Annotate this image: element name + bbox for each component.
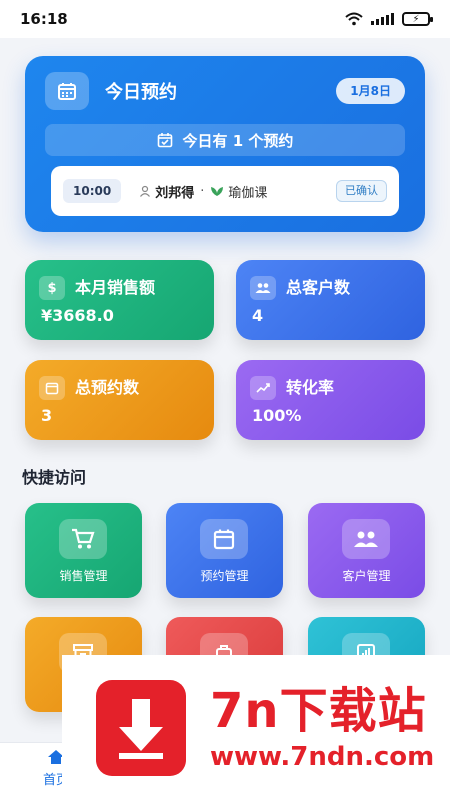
stat-label: 本月销售额 [75, 278, 156, 297]
calendar-icon [45, 72, 89, 110]
appointments-title: 今日预约 [105, 82, 177, 103]
cart-icon [59, 519, 107, 559]
leaf-icon [211, 187, 224, 196]
people-icon [342, 519, 390, 559]
people-icon [250, 276, 276, 300]
appointment-service: 瑜伽课 [210, 182, 267, 201]
ad-url: www.7ndn.com [210, 741, 435, 772]
stat-label: 转化率 [286, 378, 335, 397]
tile-label: 客户管理 [342, 569, 391, 583]
stat-label: 总预约数 [75, 378, 140, 397]
stat-label: 总客户数 [286, 278, 351, 297]
stat-total-customers[interactable]: 总客户数 4 [236, 260, 425, 340]
customer-name: 刘邦得 [155, 185, 195, 201]
date-badge: 1月8日 [336, 78, 405, 104]
status-bar: 16:18 ⚡ [0, 0, 450, 38]
quick-access-title: 快捷访问 [22, 468, 87, 487]
stat-value: 100% [252, 406, 302, 425]
tile-label: 销售管理 [59, 569, 108, 583]
stat-conversion-rate[interactable]: 转化率 100% [236, 360, 425, 440]
wifi-icon [345, 12, 363, 26]
trend-icon [250, 376, 276, 400]
calendar-icon [200, 519, 248, 559]
quick-appointment-management[interactable]: 预约管理 [166, 503, 283, 598]
appointment-item[interactable]: 10:00 刘邦得 · 瑜伽课 已确认 [51, 166, 399, 216]
stat-monthly-sales[interactable]: $ 本月销售额 ¥3668.0 [25, 260, 214, 340]
status-icons: ⚡ [345, 12, 433, 26]
calendar-icon [39, 376, 65, 400]
status-time: 16:18 [20, 10, 68, 28]
appointment-time: 10:00 [63, 179, 122, 203]
stat-value: 3 [41, 406, 53, 425]
signal-icon [371, 13, 394, 25]
quick-customer-management[interactable]: 客户管理 [308, 503, 425, 598]
status-badge: 已确认 [336, 180, 387, 202]
stat-value: 4 [252, 306, 264, 325]
appointment-customer: 刘邦得 [139, 182, 194, 201]
separator-dot: · [200, 183, 205, 199]
stat-value: ¥3668.0 [41, 306, 114, 325]
stat-total-appointments[interactable]: 总预约数 3 [25, 360, 214, 440]
ad-title: 7n下载站 [210, 682, 427, 739]
today-appointments-card[interactable]: 今日预约 1月8日 今日有 1 个预约 10:00 刘邦得 · 瑜伽课 已确认 [25, 56, 425, 232]
battery-icon: ⚡ [402, 12, 433, 26]
appointment-count-text: 今日有 1 个预约 [182, 131, 294, 150]
quick-sales-management[interactable]: 销售管理 [25, 503, 142, 598]
watermark-ad-overlay[interactable]: 7n下载站 www.7ndn.com [62, 655, 450, 800]
appointment-count-bar: 今日有 1 个预约 [45, 124, 405, 156]
calendar-check-icon [157, 133, 172, 148]
download-logo-icon [96, 679, 186, 776]
dollar-icon: $ [39, 276, 65, 300]
person-icon [140, 185, 151, 197]
service-name: 瑜伽课 [228, 185, 268, 201]
tile-label: 预约管理 [200, 569, 249, 583]
